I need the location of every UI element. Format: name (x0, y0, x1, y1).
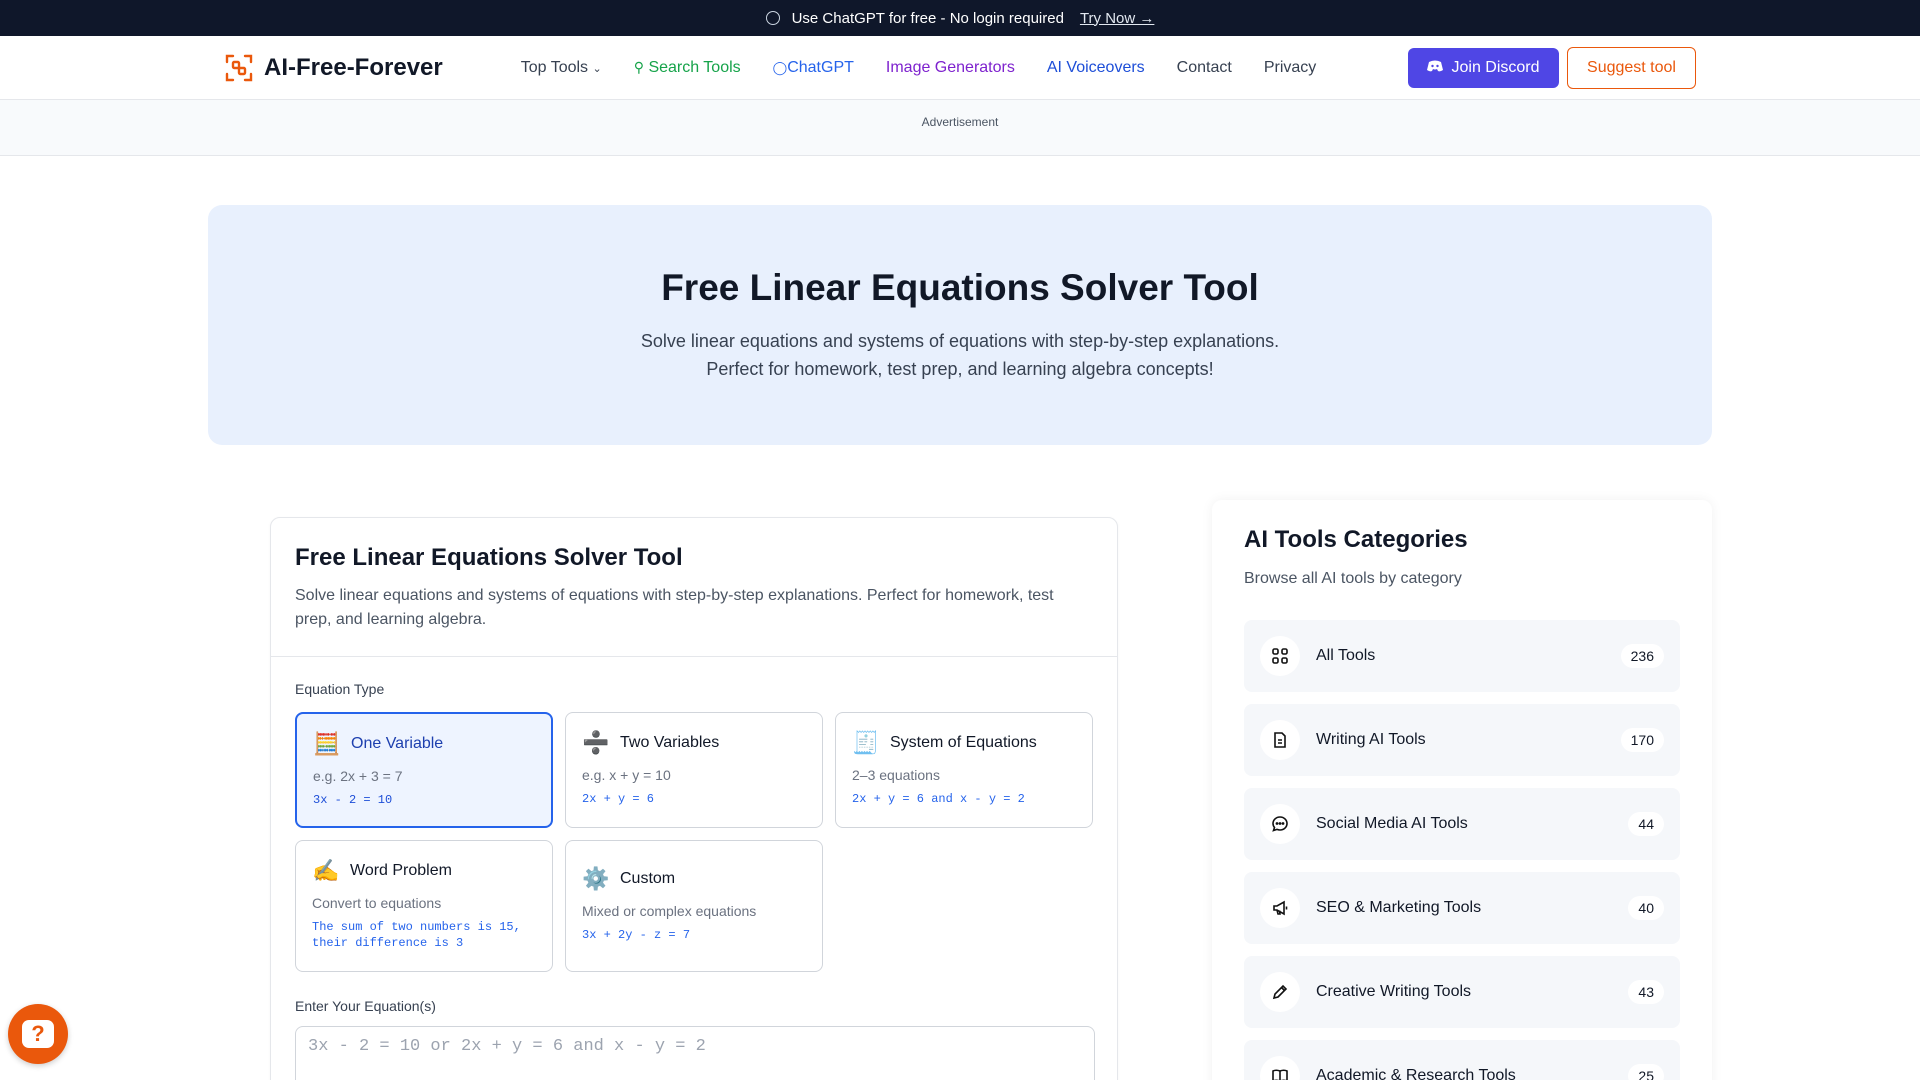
solver-card: Free Linear Equations Solver Tool Solve … (270, 517, 1118, 1080)
type-option-two-variables[interactable]: ➗ Two Variables e.g. x + y = 10 2x + y = … (565, 712, 823, 828)
solver-title: Free Linear Equations Solver Tool (295, 544, 683, 571)
join-discord-label: Join Discord (1451, 59, 1540, 76)
categories-sidebar: AI Tools Categories Browse all AI tools … (1212, 500, 1712, 1080)
category-name: Creative Writing Tools (1316, 983, 1472, 1000)
document-icon (1260, 720, 1300, 760)
hero-subtitle: Solve linear equations and systems of eq… (640, 331, 1280, 379)
nav-contact[interactable]: Contact (1177, 59, 1232, 77)
category-count: 170 (1620, 728, 1664, 752)
join-discord-button[interactable]: Join Discord (1408, 48, 1559, 88)
chat-bubble-icon (765, 11, 780, 25)
brand-logo[interactable]: AI-Free-Forever (224, 53, 443, 83)
pencil-icon (1260, 972, 1300, 1012)
type-option-code: 3x - 2 = 10 (313, 793, 393, 807)
category-list: All Tools 236 Writing AI Tools 170 Socia… (1244, 620, 1680, 1080)
category-count: 40 (1628, 896, 1664, 920)
grid-icon (1260, 636, 1300, 676)
receipt-icon: 🧾 (852, 730, 880, 756)
abacus-icon: 🧮 (313, 731, 341, 757)
announcement-bar: Use ChatGPT for free - No login required… (0, 0, 1920, 36)
hero-title: Free Linear Equations Solver Tool (661, 267, 1259, 308)
category-count: 236 (1620, 644, 1664, 668)
category-count: 25 (1628, 1064, 1664, 1080)
type-option-example: Mixed or complex equations (582, 903, 757, 919)
type-option-example: e.g. x + y = 10 (582, 767, 671, 783)
brand-name: AI-Free-Forever (264, 53, 443, 81)
main-nav: AI-Free-Forever Top Tools ⌄ ⚲ Search Too… (0, 36, 1920, 100)
suggest-tool-button[interactable]: Suggest tool (1567, 47, 1696, 89)
category-name: Academic & Research Tools (1316, 1067, 1516, 1080)
type-option-custom[interactable]: ⚙️ Custom Mixed or complex equations 3x +… (565, 840, 823, 972)
nav-top-tools[interactable]: Top Tools ⌄ (521, 59, 602, 77)
advertisement-area: Advertisement (0, 100, 1920, 156)
scan-logo-icon (224, 53, 254, 83)
question-mark-icon: ? (22, 1020, 54, 1048)
category-name: All Tools (1316, 647, 1376, 664)
type-option-example: 2–3 equations (852, 767, 940, 783)
gear-icon: ⚙️ (582, 866, 610, 892)
type-option-code: The sum of two numbers is 15, their diff… (312, 920, 521, 950)
book-icon (1260, 1056, 1300, 1080)
type-option-code: 2x + y = 6 and x - y = 2 (852, 792, 1025, 806)
type-option-title: System of Equations (890, 734, 1037, 751)
category-item-seo-marketing[interactable]: SEO & Marketing Tools 40 (1244, 872, 1680, 944)
type-option-code: 3x + 2y - z = 7 (582, 928, 691, 942)
category-name: Social Media AI Tools (1316, 815, 1468, 832)
nav-ai-voiceovers[interactable]: AI Voiceovers (1047, 59, 1145, 77)
type-option-title: Custom (620, 870, 676, 887)
chat-bubble-icon (1260, 804, 1300, 844)
categories-subtitle: Browse all AI tools by category (1244, 570, 1462, 587)
category-count: 44 (1628, 812, 1664, 836)
type-option-system-of-equations[interactable]: 🧾 System of Equations 2–3 equations 2x + … (835, 712, 1093, 828)
category-item-all-tools[interactable]: All Tools 236 (1244, 620, 1680, 692)
type-option-title: Word Problem (350, 862, 452, 879)
help-button[interactable]: ? (8, 1004, 68, 1064)
type-option-example: e.g. 2x + 3 = 7 (313, 768, 403, 784)
chat-bubble-icon: ◯ (772, 59, 788, 75)
type-option-word-problem[interactable]: ✍️ Word Problem Convert to equations The … (295, 840, 553, 972)
equation-input[interactable] (295, 1026, 1095, 1080)
try-now-link[interactable]: Try Now → (1080, 10, 1154, 27)
equation-type-label: Equation Type (295, 681, 385, 697)
type-option-code: 2x + y = 6 (582, 792, 655, 806)
discord-icon (1427, 59, 1444, 77)
category-count: 43 (1628, 980, 1664, 1004)
writing-hand-icon: ✍️ (312, 858, 340, 884)
divide-icon: ➗ (582, 730, 610, 756)
solver-description: Solve linear equations and systems of eq… (295, 587, 1054, 628)
type-option-title: One Variable (351, 735, 444, 752)
category-name: Writing AI Tools (1316, 731, 1426, 748)
type-option-title: Two Variables (620, 734, 720, 751)
equation-type-options: 🧮 One Variable e.g. 2x + 3 = 7 3x - 2 = 1… (295, 712, 1093, 972)
announcement-text: Use ChatGPT for free - No login required (791, 9, 1064, 27)
nav-search-tools[interactable]: ⚲ Search Tools (634, 59, 741, 77)
category-item-creative-writing[interactable]: Creative Writing Tools 43 (1244, 956, 1680, 1028)
chevron-down-icon: ⌄ (592, 62, 602, 75)
type-option-example: Convert to equations (312, 895, 442, 911)
category-item-academic-research[interactable]: Academic & Research Tools 25 (1244, 1040, 1680, 1080)
megaphone-icon (1260, 888, 1300, 928)
categories-title: AI Tools Categories (1244, 526, 1468, 553)
equation-input-label: Enter Your Equation(s) (295, 998, 436, 1014)
solver-form: Equation Type 🧮 One Variable e.g. 2x + 3 … (271, 657, 1117, 1080)
nav-privacy[interactable]: Privacy (1264, 59, 1316, 77)
hero-banner: Free Linear Equations Solver Tool Solve … (208, 205, 1712, 445)
nav-chatgpt[interactable]: ◯ChatGPT (773, 59, 854, 77)
category-item-social-media[interactable]: Social Media AI Tools 44 (1244, 788, 1680, 860)
type-option-one-variable[interactable]: 🧮 One Variable e.g. 2x + 3 = 7 3x - 2 = 1… (295, 712, 553, 828)
category-name: SEO & Marketing Tools (1316, 899, 1482, 916)
nav-links: Top Tools ⌄ ⚲ Search Tools ◯ChatGPT Imag… (521, 59, 1317, 77)
search-icon: ⚲ (633, 58, 644, 75)
solver-header: Free Linear Equations Solver Tool Solve … (271, 518, 1117, 657)
nav-image-generators[interactable]: Image Generators (886, 59, 1015, 77)
advertisement-label: Advertisement (921, 115, 999, 129)
category-item-writing[interactable]: Writing AI Tools 170 (1244, 704, 1680, 776)
